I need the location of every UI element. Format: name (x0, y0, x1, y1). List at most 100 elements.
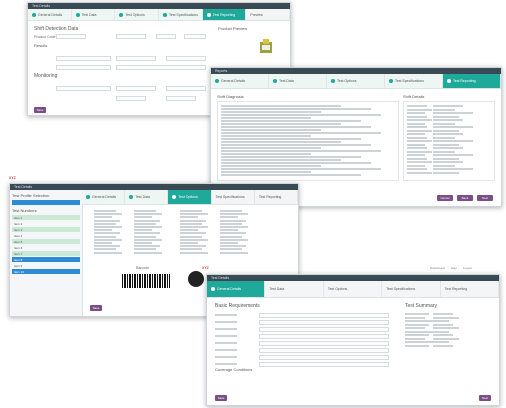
nav-link[interactable]: Help (451, 266, 457, 270)
text-field[interactable] (166, 56, 206, 61)
text-field[interactable] (116, 86, 156, 91)
step-tab[interactable]: Test Reporting (255, 190, 298, 204)
step-tab[interactable]: Test Reporting (443, 74, 501, 88)
text-field[interactable] (259, 355, 389, 360)
step-tab[interactable]: Test Specifications (212, 190, 255, 204)
text-line (405, 337, 425, 340)
text-field[interactable] (116, 65, 206, 70)
text-field[interactable] (116, 34, 146, 39)
text-field[interactable] (259, 334, 389, 339)
step-tab[interactable]: Test Specifications (382, 281, 441, 297)
text-line (407, 140, 432, 142)
step-tab[interactable]: Test Data (71, 9, 116, 20)
sidebar: Test Profile Selection Test Numbers Item… (10, 190, 83, 316)
step-tab[interactable]: Test Data (269, 74, 327, 88)
step-tab[interactable]: Test Options (324, 281, 383, 297)
text-field[interactable] (259, 362, 389, 367)
sidebar-item[interactable]: Item 2 (12, 221, 80, 226)
text-field[interactable] (56, 65, 111, 70)
text-line (180, 222, 202, 225)
step-tab[interactable]: General Details (207, 281, 266, 297)
text-line (94, 219, 120, 222)
check-icon (215, 79, 219, 83)
field-label (215, 328, 237, 330)
text-line (134, 242, 152, 244)
text-line (220, 216, 238, 219)
step-tab[interactable]: Test Specifications (385, 74, 443, 88)
step-tab[interactable]: Test Options (327, 74, 385, 88)
text-field[interactable] (56, 34, 86, 39)
text-line (180, 248, 202, 251)
text-line (220, 229, 238, 232)
save-button[interactable]: Save (34, 107, 46, 113)
text-field[interactable] (259, 348, 389, 353)
save-button[interactable]: Save (215, 395, 227, 401)
next-button[interactable]: Next (479, 395, 491, 401)
field-label (215, 356, 237, 358)
nav-link[interactable]: Logout (463, 266, 472, 270)
text-field[interactable] (259, 320, 389, 325)
step-tab[interactable]: General Details (82, 190, 126, 204)
text-field[interactable] (156, 34, 176, 39)
text-line (180, 210, 202, 212)
step-tab[interactable]: Test Options (115, 9, 160, 20)
text-line (433, 171, 459, 174)
text-line (405, 330, 433, 333)
text-field[interactable] (166, 96, 196, 101)
sidebar-item[interactable]: Item 4 (12, 233, 80, 238)
text-line (221, 129, 321, 131)
text-field[interactable] (259, 313, 389, 318)
step-tab[interactable]: General Details (28, 9, 72, 20)
sidebar-item[interactable]: Item 8 (12, 257, 80, 262)
cancel-button[interactable]: Cancel (437, 195, 453, 201)
sidebar-title: Test Profile Selection (12, 193, 50, 198)
step-tab[interactable]: Test Reporting (202, 9, 247, 20)
text-field[interactable] (116, 96, 146, 101)
text-field[interactable] (56, 86, 111, 91)
section-title: Shift Detection Data (34, 26, 79, 32)
step-tab[interactable]: General Details (211, 74, 269, 88)
text-line (220, 251, 248, 254)
sidebar-item[interactable]: Item 10 (12, 269, 80, 274)
text-line (221, 150, 381, 152)
step-tab[interactable]: Test Data (265, 281, 324, 297)
text-field[interactable] (56, 56, 111, 61)
step-tab[interactable]: Preview (246, 9, 290, 20)
text-field[interactable] (116, 56, 156, 61)
product-image (260, 39, 272, 53)
text-line (221, 126, 371, 128)
step-tab[interactable]: Test Reporting (441, 281, 499, 297)
text-field[interactable] (166, 86, 206, 91)
text-line (134, 232, 160, 235)
text-line (407, 147, 427, 149)
nav-link[interactable]: Dashboard (430, 266, 445, 270)
sidebar-item[interactable]: Item 9 (12, 263, 80, 268)
sidebar-item[interactable] (12, 200, 80, 205)
sidebar-item[interactable]: Item 3 (12, 227, 80, 232)
text-field[interactable] (259, 327, 389, 332)
step-tab[interactable]: Test Specifications (159, 9, 203, 20)
next-button[interactable]: Next (477, 195, 493, 201)
text-line (134, 248, 156, 251)
text-line (221, 159, 341, 161)
window-title: Test Details (14, 185, 33, 189)
sidebar-item[interactable]: Item 1 (12, 215, 80, 220)
save-button[interactable]: Save (90, 305, 102, 311)
step-tab[interactable]: Test Data (125, 190, 169, 204)
back-button[interactable]: Back (457, 195, 473, 201)
sidebar-item[interactable]: Item 7 (12, 251, 80, 256)
step-tab[interactable]: Test Options (168, 190, 212, 204)
basic-requirements-title: Basic Requirements (215, 303, 260, 309)
sidebar-item[interactable]: Item 6 (12, 245, 80, 250)
text-line (221, 153, 311, 155)
text-line (407, 143, 425, 146)
sidebar-item[interactable]: Item 5 (12, 239, 80, 244)
step-tabs: General Details Test Data Test Options T… (28, 9, 290, 21)
step-tabs: General Details Test Data Test Options T… (211, 74, 501, 89)
text-field[interactable] (259, 341, 389, 346)
text-line (433, 122, 455, 125)
text-field[interactable] (184, 34, 206, 39)
text-line (134, 213, 162, 216)
brand-logo: XYZ (9, 176, 16, 180)
text-line (433, 150, 455, 153)
